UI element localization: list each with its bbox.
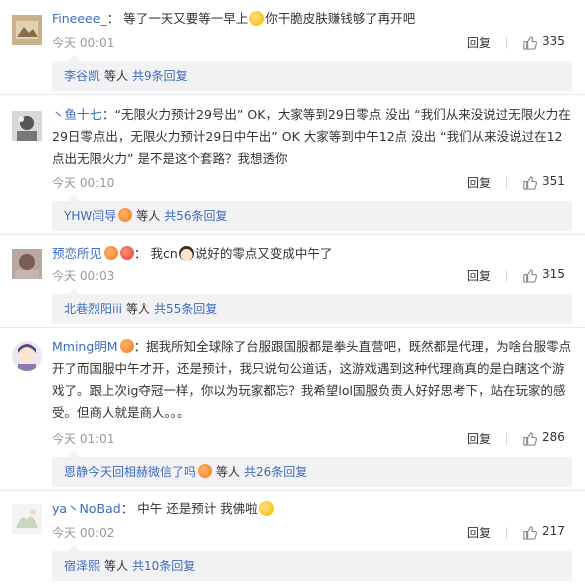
reply-button[interactable]: 回复	[467, 34, 491, 51]
comment-meta: 今天 01:01 回复 286	[52, 430, 572, 448]
reply-button[interactable]: 回复	[467, 524, 491, 541]
comment-text: 预恋所见： 我cn 说好的零点又变成中午了	[52, 246, 333, 261]
comment-time: 今天 01:01	[52, 432, 115, 446]
comment-text: Fineeee_： 等了一天又要等一早上 你干脆皮肤赚钱够了再开吧	[52, 11, 416, 26]
user-badge-icon	[198, 464, 213, 478]
replies-count-link[interactable]: 共55条回复	[154, 302, 217, 316]
user-badge-icon	[120, 246, 135, 260]
reply-button[interactable]: 回复	[467, 430, 491, 447]
divider	[506, 527, 507, 539]
comment-username[interactable]: 丶鱼十七	[52, 107, 102, 122]
comment-meta: 今天 00:02 回复 217	[52, 524, 572, 542]
comment-meta: 今天 00:01 回复 335	[52, 34, 572, 52]
replies-count-link[interactable]: 共10条回复	[132, 559, 195, 573]
user-badge-icon	[118, 208, 133, 222]
emoji-icon	[258, 501, 274, 516]
replies-summary[interactable]: 恩静今天回相赫微信了吗 等人 共26条回复	[52, 451, 572, 487]
replies-summary[interactable]: 北巷烈阳iii 等人 共55条回复	[52, 288, 572, 324]
reply-username[interactable]: 北巷烈阳iii	[64, 302, 122, 316]
divider	[506, 270, 507, 282]
divider	[0, 490, 585, 491]
comment-time: 今天 00:01	[52, 36, 115, 50]
reply-username[interactable]: YHW闫导	[64, 209, 116, 223]
replies-summary[interactable]: 宿泽熙 等人 共10条回复	[52, 545, 572, 581]
user-badge-icon	[119, 339, 134, 353]
comment-meta: 今天 00:10 回复 351	[52, 174, 572, 192]
comment-username[interactable]: Fineeee_	[52, 11, 107, 26]
user-badge-icon	[104, 246, 119, 260]
like-button[interactable]: 315	[514, 267, 572, 285]
divider	[506, 433, 507, 445]
avatar[interactable]	[12, 15, 42, 45]
like-button[interactable]: 217	[514, 524, 572, 542]
like-count: 351	[542, 174, 565, 188]
replies-summary[interactable]: 李谷凯 等人 共9条回复	[52, 55, 572, 91]
reply-username[interactable]: 宿泽熙	[64, 559, 100, 573]
replies-count-link[interactable]: 共9条回复	[132, 69, 188, 83]
thumbs-up-icon	[523, 432, 537, 446]
divider	[0, 327, 585, 328]
emoji-icon	[249, 11, 265, 26]
thumbs-up-icon	[523, 176, 537, 190]
thumbs-up-icon	[523, 526, 537, 540]
reply-button[interactable]: 回复	[467, 174, 491, 191]
like-count: 217	[542, 524, 565, 538]
replies-count-link[interactable]: 共26条回复	[244, 465, 307, 479]
like-count: 315	[542, 267, 565, 281]
avatar[interactable]	[12, 111, 42, 141]
comment-username[interactable]: Mming明M	[52, 339, 118, 354]
emoji-icon	[178, 246, 194, 261]
thumbs-up-icon	[523, 36, 537, 50]
divider	[506, 37, 507, 49]
comment-time: 今天 00:10	[52, 176, 115, 190]
comment-text: ya丶NoBad： 中午 还是预计 我佛啦	[52, 498, 572, 520]
divider	[0, 234, 585, 235]
comment-meta: 今天 00:03 回复 315	[52, 267, 572, 285]
avatar[interactable]	[12, 249, 42, 279]
replies-summary[interactable]: YHW闫导 等人 共56条回复	[52, 195, 572, 231]
avatar[interactable]	[12, 504, 42, 534]
reply-username[interactable]: 恩静今天回相赫微信了吗	[64, 465, 196, 479]
avatar[interactable]	[12, 341, 42, 371]
reply-button[interactable]: 回复	[467, 267, 491, 284]
like-button[interactable]: 286	[514, 430, 572, 448]
like-button[interactable]: 351	[514, 174, 572, 192]
reply-username[interactable]: 李谷凯	[64, 69, 100, 83]
comment-username[interactable]: ya丶NoBad	[52, 501, 121, 516]
replies-count-link[interactable]: 共56条回复	[164, 209, 227, 223]
like-count: 335	[542, 34, 565, 48]
comment-text: Mming明M ：据我所知全球除了台服跟国服都是拳头直营吧，既然都是代理，为啥台服…	[52, 339, 572, 420]
comment-time: 今天 00:03	[52, 269, 115, 283]
like-button[interactable]: 335	[514, 34, 572, 52]
comment-text: 丶鱼十七：“无限火力预计29号出” OK，大家等到29日零点 没出 “我们从来没…	[52, 107, 571, 166]
comment-username[interactable]: 预恋所见	[52, 246, 102, 261]
divider	[506, 177, 507, 189]
thumbs-up-icon	[523, 269, 537, 283]
like-count: 286	[542, 430, 565, 444]
divider	[0, 94, 585, 95]
comment-time: 今天 00:02	[52, 526, 115, 540]
